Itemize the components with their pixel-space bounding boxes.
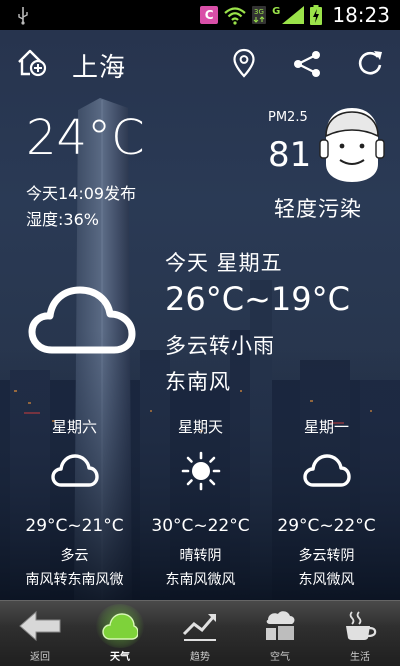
nav-weather[interactable]: 天气 <box>80 600 160 666</box>
coffee-cup-icon <box>346 611 377 640</box>
status-bar: C 3G G 18:23 <box>0 0 400 30</box>
published-time: 今天14:09发布 <box>26 184 137 203</box>
today-day: 今天 星期五 <box>165 251 283 275</box>
app-notification-icon: C <box>200 6 219 24</box>
nav-label: 生活 <box>350 652 370 663</box>
forecast-condition: 多云 <box>60 548 89 564</box>
nav-life[interactable]: 生活 <box>320 600 400 666</box>
pollution-face-icon <box>319 108 385 182</box>
nav-label: 返回 <box>30 652 50 663</box>
nav-label: 空气 <box>270 652 290 663</box>
add-city-icon[interactable] <box>16 47 48 77</box>
wifi-icon <box>224 7 246 25</box>
city-name[interactable]: 上海 <box>72 47 126 84</box>
nav-label: 趋势 <box>190 652 210 663</box>
pm25-value: 81 <box>268 135 312 175</box>
forecast-temperature-range: 29°C~22°C <box>277 516 376 536</box>
pm25-label: PM2.5 <box>268 110 308 125</box>
share-icon[interactable] <box>292 50 322 78</box>
forecast-day-name: 星期六 <box>51 418 97 436</box>
nav-air[interactable]: 空气 <box>240 600 320 666</box>
nav-label: 天气 <box>110 652 130 663</box>
cloudy-icon <box>28 286 136 354</box>
forecast-condition: 多云转阴 <box>298 548 355 564</box>
battery-charging-icon <box>310 5 323 25</box>
network-type-label: G <box>272 5 281 17</box>
svg-text:3G: 3G <box>254 8 264 16</box>
nav-back[interactable]: 返回 <box>0 600 80 666</box>
back-arrow-icon <box>19 610 61 642</box>
forecast-temperature-range: 29°C~21°C <box>25 516 124 536</box>
today-condition: 多云转小雨 <box>165 334 275 358</box>
status-time: 18:23 <box>332 3 390 27</box>
forecast-temperature-range: 30°C~22°C <box>151 516 250 536</box>
cloudy-icon <box>51 454 99 487</box>
forecast-wind: 南风转东南风微 <box>25 572 124 588</box>
today-wind: 东南风 <box>165 370 231 394</box>
today-temperature-range: 26°C~19°C <box>165 280 350 318</box>
cloudy-icon <box>303 454 351 487</box>
nav-trend[interactable]: 趋势 <box>160 600 240 666</box>
location-icon[interactable] <box>232 48 256 78</box>
pollution-status: 轻度污染 <box>274 197 362 221</box>
forecast-wind: 东风微风 <box>298 572 355 588</box>
forecast-day-name: 星期天 <box>177 418 223 436</box>
current-temperature: 24°C <box>26 110 145 166</box>
usb-icon <box>18 7 28 25</box>
refresh-icon[interactable] <box>356 49 384 77</box>
forecast-wind: 东南风微风 <box>165 572 236 588</box>
weather-icon <box>102 613 138 640</box>
signal-icon <box>282 6 305 24</box>
air-icon <box>266 611 295 640</box>
sunny-icon <box>181 451 221 491</box>
trend-icon <box>182 614 216 641</box>
forecast-day-name: 星期一 <box>303 418 349 436</box>
forecast-condition: 晴转阴 <box>179 548 222 564</box>
humidity: 湿度:36% <box>26 210 99 229</box>
data-3g-icon: 3G <box>252 6 267 24</box>
